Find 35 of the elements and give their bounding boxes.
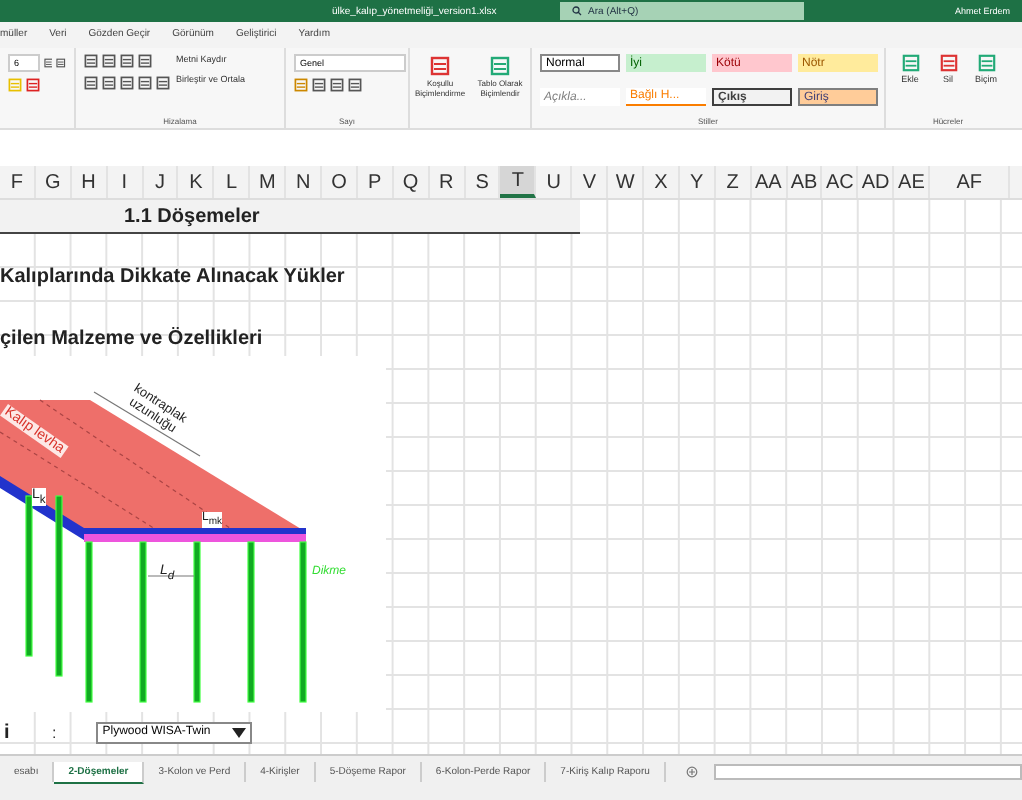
column-header[interactable]: I (107, 166, 144, 198)
column-header[interactable]: W (608, 166, 645, 198)
column-header[interactable]: P (357, 166, 394, 198)
search-icon (572, 6, 582, 16)
column-header[interactable]: R (429, 166, 466, 198)
dropdown-arrow-icon (232, 727, 247, 737)
field-label: i (4, 721, 12, 743)
column-header[interactable]: V (572, 166, 609, 198)
column-header[interactable]: AB (787, 166, 823, 198)
column-header[interactable]: N (286, 166, 323, 198)
column-header[interactable]: K (178, 166, 215, 198)
column-header[interactable]: AE (894, 166, 931, 198)
section-heading: Kalıplarında Dikkate Alınacak Yükler (0, 266, 345, 288)
column-header[interactable]: M (250, 166, 287, 198)
column-header[interactable]: AA (751, 166, 788, 198)
sheet-title: 1.1 Döşemeler (124, 205, 260, 227)
column-header[interactable]: Y (679, 166, 716, 198)
column-header[interactable]: O (322, 166, 358, 198)
column-header[interactable]: AC (822, 166, 859, 198)
column-header[interactable]: X (644, 166, 680, 198)
column-header[interactable]: Z (715, 166, 752, 198)
section-heading: çilen Malzeme ve Özellikleri (0, 328, 263, 350)
column-header[interactable]: AF (930, 166, 1011, 198)
column-header[interactable]: T (500, 166, 537, 198)
column-header[interactable]: G (35, 166, 72, 198)
horizontal-scrollbar[interactable] (713, 764, 1022, 780)
separator: : (52, 723, 57, 741)
column-header[interactable]: Q (393, 166, 430, 198)
column-header[interactable]: L (214, 166, 251, 198)
column-header[interactable]: U (536, 166, 573, 198)
add-sheet-icon[interactable] (685, 766, 698, 778)
column-header[interactable]: AD (858, 166, 895, 198)
column-header[interactable]: F (0, 166, 36, 198)
column-header[interactable]: J (143, 166, 179, 198)
column-header[interactable]: H (71, 166, 108, 198)
